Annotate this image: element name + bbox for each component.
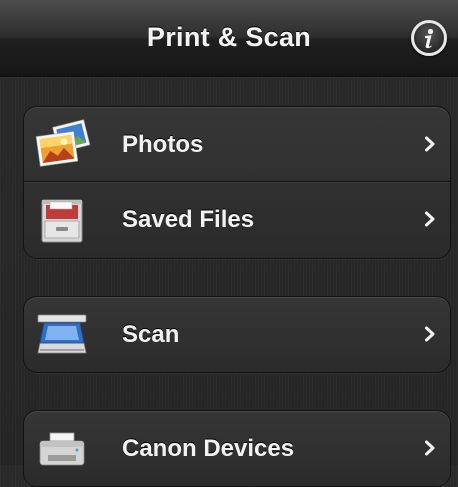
- menu-row-label: Scan: [122, 321, 180, 348]
- documents-group: Photos Saved Files: [23, 106, 451, 259]
- menu-row-canon-devices[interactable]: Canon Devices: [24, 411, 450, 485]
- info-button[interactable]: [411, 20, 447, 56]
- chevron-right-icon: [425, 326, 435, 342]
- photos-icon: [34, 119, 91, 169]
- menu-row-photos[interactable]: Photos: [24, 107, 450, 181]
- chevron-right-icon: [425, 211, 435, 227]
- devices-group: Canon Devices: [23, 410, 451, 487]
- printer-icon: [34, 423, 90, 473]
- scan-group: Scan: [23, 296, 451, 373]
- chevron-right-icon: [425, 136, 435, 152]
- navigation-bar: Print & Scan: [0, 0, 458, 77]
- menu-row-label: Photos: [122, 131, 204, 158]
- chevron-right-icon: [425, 440, 435, 456]
- menu-row-saved-files[interactable]: Saved Files: [24, 181, 450, 256]
- info-icon: [425, 28, 434, 49]
- scanner-icon: [34, 309, 90, 359]
- menu-row-scan[interactable]: Scan: [24, 297, 450, 371]
- menu-row-label: Canon Devices: [122, 435, 295, 462]
- menu-row-label: Saved Files: [122, 206, 255, 233]
- page-title: Print & Scan: [146, 22, 312, 52]
- file-cabinet-icon: [34, 194, 90, 244]
